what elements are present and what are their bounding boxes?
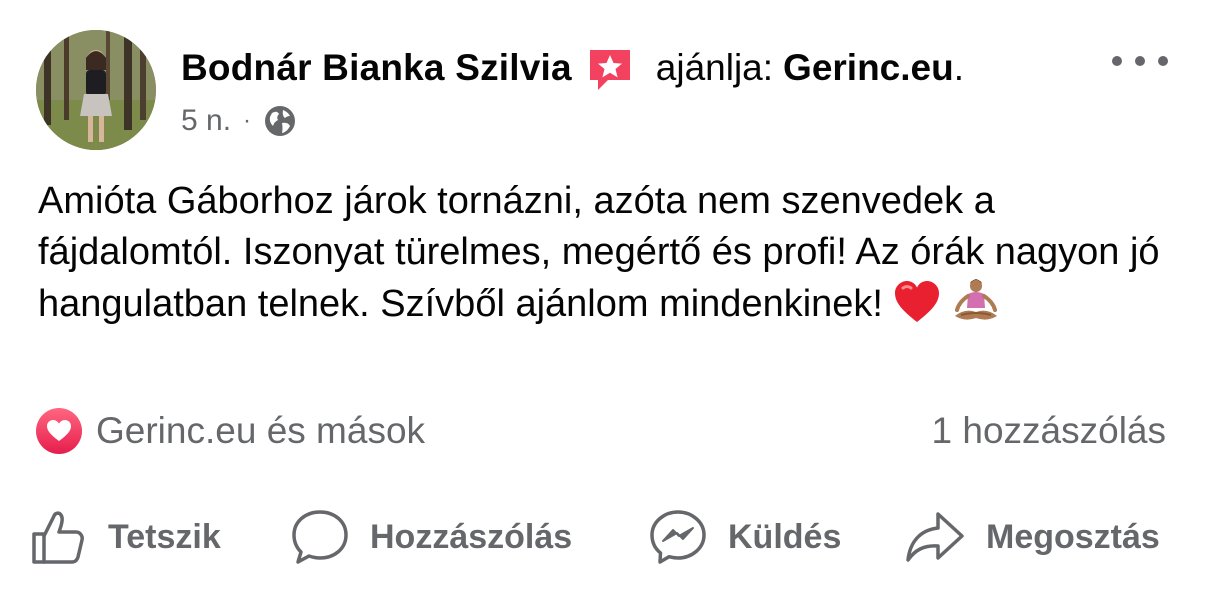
share-arrow-icon [906, 512, 964, 562]
action-bar: Tetszik Hozzászólás Küldés Megosztás [0, 500, 1206, 574]
red-heart-icon [893, 280, 941, 338]
reactions-summary-text: Gerinc.eu és mások [96, 410, 426, 451]
page-name-link[interactable]: Gerinc.eu [783, 47, 954, 89]
meta-separator: · [243, 107, 252, 134]
avatar-photo [36, 30, 156, 150]
post-meta: 5 n. · [181, 100, 297, 142]
send-label: Küldés [728, 517, 842, 556]
post-timestamp[interactable]: 5 n. [181, 104, 231, 138]
comment-label: Hozzászólás [370, 517, 573, 556]
comments-count[interactable]: 1 hozzászólás [932, 408, 1166, 454]
globe-icon [263, 104, 297, 138]
messenger-icon [650, 510, 706, 564]
more-dots-icon[interactable] [1112, 46, 1168, 76]
thumbs-up-icon [32, 511, 84, 564]
recommends-label: ajánlja: [655, 47, 774, 88]
recommendation-post: Bodnár Bianka Szilvia ajánlja: Gerinc.eu… [0, 0, 1206, 592]
author-name[interactable]: Bodnár Bianka Szilvia [181, 47, 572, 89]
page-name-suffix: . [953, 47, 965, 88]
share-button[interactable]: Megosztás [904, 500, 1160, 574]
like-label: Tetszik [108, 517, 221, 556]
send-button[interactable]: Küldés [648, 500, 841, 574]
love-reaction-icon [36, 408, 82, 454]
person-in-lotus-position-icon [951, 278, 1001, 338]
author-avatar[interactable] [36, 30, 156, 150]
reactions-summary[interactable]: Gerinc.eu és mások [36, 408, 425, 454]
comment-button[interactable]: Hozzászólás [290, 500, 572, 574]
comment-bubble-icon [292, 510, 348, 564]
post-body: Amióta Gáborhoz járok tornázni, azóta ne… [38, 176, 1168, 338]
post-header-line: Bodnár Bianka Szilvia ajánlja: Gerinc.eu… [181, 42, 964, 94]
like-button[interactable]: Tetszik [30, 500, 221, 574]
recommendation-badge-icon [586, 46, 634, 94]
share-label: Megosztás [986, 517, 1160, 556]
